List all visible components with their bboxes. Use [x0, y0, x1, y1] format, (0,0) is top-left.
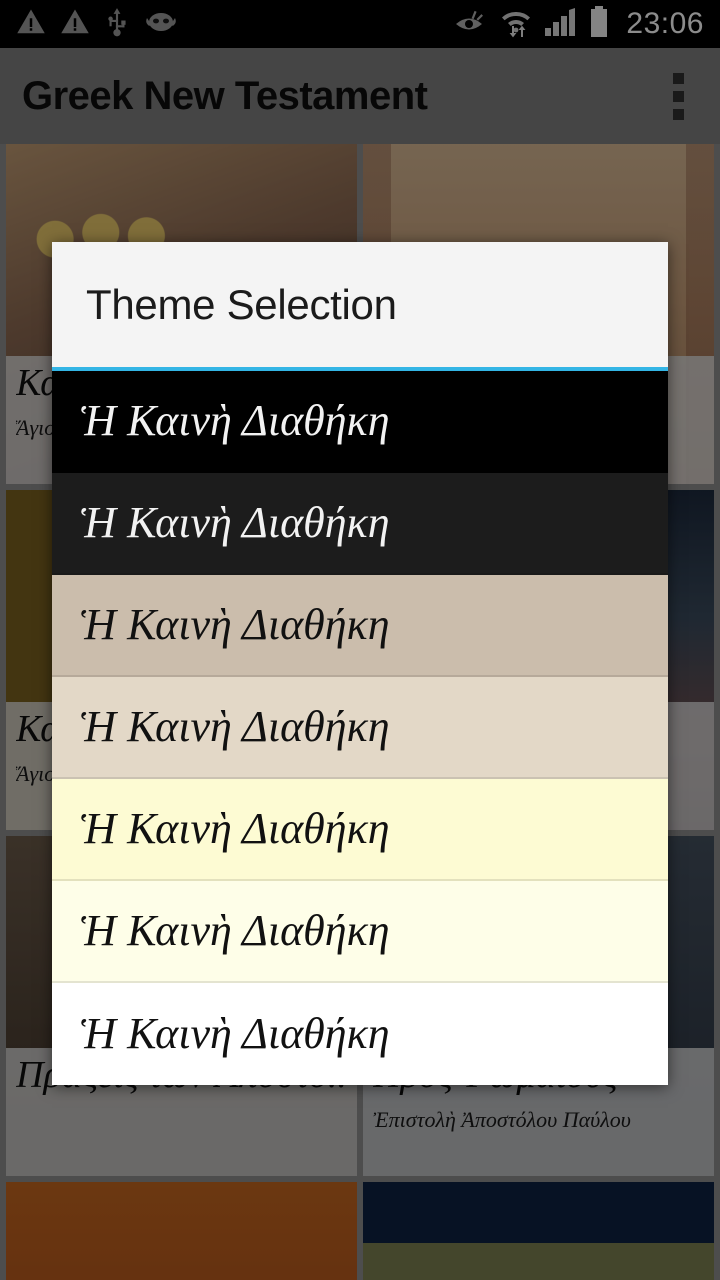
theme-selection-dialog: Theme Selection Ἡ Καινὴ Διαθήκη Ἡ Καινὴ Δ… [52, 242, 668, 1085]
theme-black[interactable]: Ἡ Καινὴ Διαθήκη [52, 371, 668, 473]
theme-option-label: Ἡ Καινὴ Διαθήκη [80, 804, 390, 853]
theme-white[interactable]: Ἡ Καινὴ Διαθήκη [52, 983, 668, 1085]
theme-option-label: Ἡ Καινὴ Διαθήκη [80, 396, 390, 445]
theme-cream[interactable]: Ἡ Καινὴ Διαθήκη [52, 881, 668, 983]
theme-pale-yellow[interactable]: Ἡ Καινὴ Διαθήκη [52, 779, 668, 881]
dialog-header: Theme Selection [52, 242, 668, 371]
dialog-title: Theme Selection [86, 280, 397, 328]
theme-option-label: Ἡ Καινὴ Διαθήκη [80, 1009, 390, 1058]
theme-option-label: Ἡ Καινὴ Διαθήκη [80, 906, 390, 955]
theme-option-label: Ἡ Καινὴ Διαθήκη [80, 600, 390, 649]
theme-dark-grey[interactable]: Ἡ Καινὴ Διαθήκη [52, 473, 668, 575]
phone-screen: 23:06 Greek New Testament Κατὰ ΜᾶρκονἍγι… [0, 0, 720, 1280]
theme-taupe[interactable]: Ἡ Καινὴ Διαθήκη [52, 575, 668, 677]
theme-beige[interactable]: Ἡ Καινὴ Διαθήκη [52, 677, 668, 779]
theme-option-label: Ἡ Καινὴ Διαθήκη [80, 498, 390, 547]
theme-option-list: Ἡ Καινὴ Διαθήκη Ἡ Καινὴ Διαθήκη Ἡ Καινὴ Δι… [52, 371, 668, 1085]
theme-option-label: Ἡ Καινὴ Διαθήκη [80, 702, 390, 751]
